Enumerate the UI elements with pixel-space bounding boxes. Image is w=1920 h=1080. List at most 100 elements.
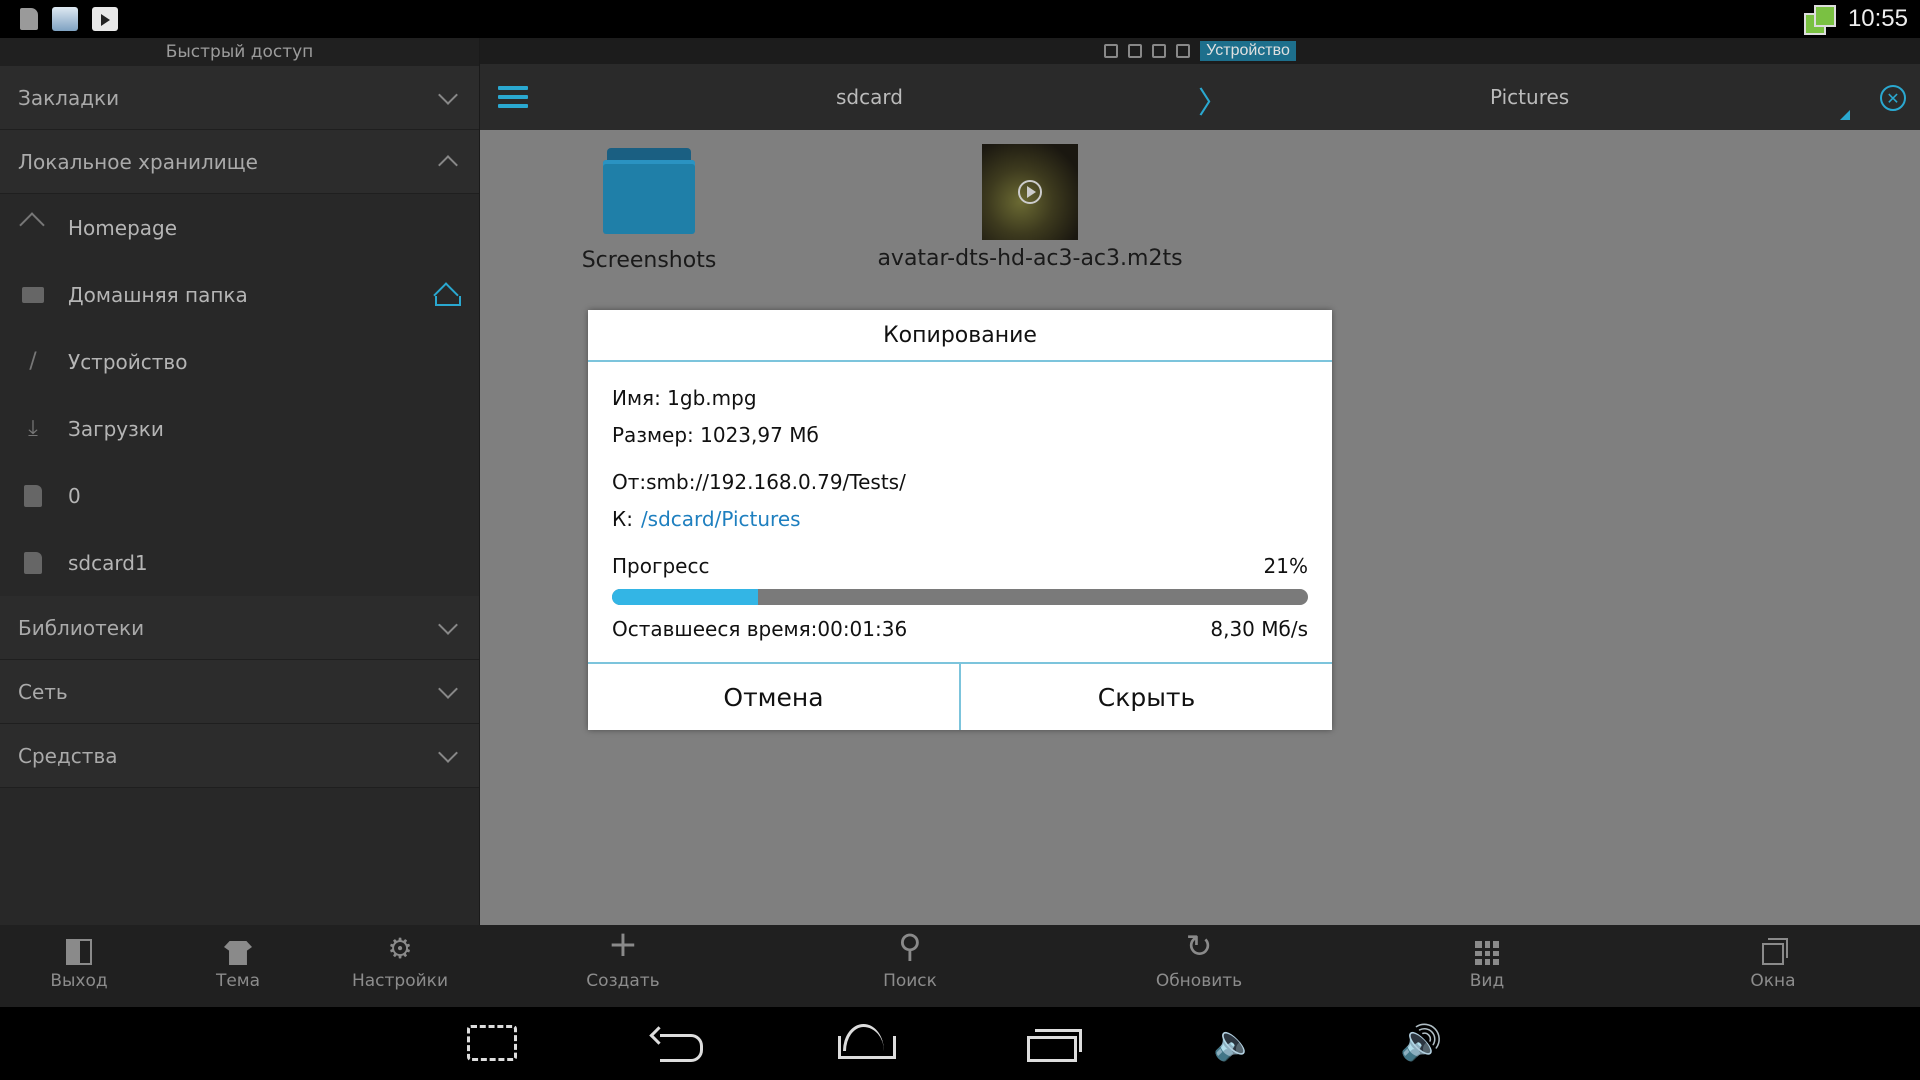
section-bookmarks[interactable]: Закладки xyxy=(0,66,479,130)
set-home-icon[interactable] xyxy=(433,284,461,306)
screenshot-button[interactable] xyxy=(467,1023,517,1063)
refresh-icon: ↻ xyxy=(1185,927,1213,965)
notification-icons xyxy=(0,7,118,31)
sidebar-item-label: 0 xyxy=(68,483,81,508)
button-label: Тема xyxy=(215,971,261,991)
status-bar: 10:55 xyxy=(0,0,1920,38)
grid-icon xyxy=(1475,941,1499,965)
section-local-storage[interactable]: Локальное хранилище xyxy=(0,130,479,194)
system-nav-bar: 🔈 🔊 xyxy=(0,1007,1920,1080)
recent-apps-icon xyxy=(1027,1028,1082,1062)
play-store-icon xyxy=(92,7,118,31)
sidebar: Быстрый доступ Закладки Локальное хранил… xyxy=(0,38,480,925)
sidebar-item-homepage[interactable]: Homepage xyxy=(0,194,479,261)
sidebar-item-label: sdcard1 xyxy=(68,550,148,575)
file-name: Screenshots xyxy=(581,248,717,273)
back-button[interactable] xyxy=(652,1023,704,1063)
search-button[interactable]: ⚲ Поиск xyxy=(850,925,970,1007)
sd-icon xyxy=(20,551,46,574)
corner-indicator-icon xyxy=(1840,110,1850,120)
home-button[interactable] xyxy=(838,1023,896,1063)
screenshot-icon xyxy=(467,1025,517,1061)
file-size-line: Размер: 1023,97 Мб xyxy=(612,423,819,447)
button-label: Выход xyxy=(50,971,108,991)
button-label: Создать xyxy=(586,971,660,991)
phone-path-icon[interactable] xyxy=(1128,44,1143,58)
windows-icon xyxy=(1762,938,1788,965)
create-button[interactable]: + Создать xyxy=(563,924,683,1007)
file-item-video[interactable]: avatar-dts-hd-ac3-ac3.m2ts xyxy=(860,144,1200,271)
folder-icon xyxy=(603,148,695,234)
sidebar-item-downloads[interactable]: ⤓ Загрузки xyxy=(0,395,479,462)
volume-up-button[interactable]: 🔊 xyxy=(1400,1023,1442,1063)
view-button[interactable]: Вид xyxy=(1427,925,1547,1007)
bottom-toolbar: Выход Тема ⚙ Настройки + Создать ⚲ Поиск… xyxy=(0,924,1920,1007)
gear-icon: ⚙ xyxy=(387,932,413,965)
section-label: Средства xyxy=(18,743,118,768)
close-icon[interactable]: ✕ xyxy=(1880,85,1906,111)
refresh-button[interactable]: ↻ Обновить xyxy=(1139,925,1259,1007)
breadcrumb-sdcard[interactable]: sdcard xyxy=(836,64,903,130)
home-path-icon[interactable] xyxy=(1104,44,1119,58)
file-name-line: Имя: 1gb.mpg xyxy=(612,386,757,410)
sidebar-item-label: Домашняя папка xyxy=(68,282,248,307)
section-label: Сеть xyxy=(18,679,68,704)
button-label: Настройки xyxy=(351,971,448,991)
volume-down-icon: 🔈 xyxy=(1213,1023,1256,1063)
exit-button[interactable]: Выход xyxy=(19,925,139,1007)
sidebar-item-label: Homepage xyxy=(68,215,178,240)
progress-header: Прогресс 21% xyxy=(612,548,1308,585)
menu-icon[interactable] xyxy=(498,86,528,108)
progress-bar xyxy=(612,589,1308,605)
storage-path-icon[interactable] xyxy=(1176,44,1191,58)
section-libraries[interactable]: Библиотеки xyxy=(0,596,479,660)
device-chip[interactable]: Устройство xyxy=(1200,41,1296,61)
breadcrumb-separator-icon: 〉 xyxy=(1198,86,1228,121)
sidebar-item-home-folder[interactable]: Домашняя папка xyxy=(0,261,479,328)
clock: 10:55 xyxy=(1847,5,1908,32)
gallery-icon xyxy=(52,7,78,31)
breadcrumb-pictures[interactable]: Pictures xyxy=(1490,64,1569,130)
download-icon: ⤓ xyxy=(28,416,38,441)
sd-icon xyxy=(20,484,46,507)
button-label: Обновить xyxy=(1155,971,1243,991)
dialog-title: Копирование xyxy=(588,310,1332,362)
section-network[interactable]: Сеть xyxy=(0,660,479,724)
shirt-icon xyxy=(224,941,252,965)
transfer-speed: 8,30 Мб/s xyxy=(1210,617,1308,641)
file-item-folder[interactable]: Screenshots xyxy=(564,148,734,273)
progress-percent: 21% xyxy=(1263,554,1308,578)
hide-button[interactable]: Скрыть xyxy=(961,664,1332,730)
back-icon xyxy=(652,1028,704,1062)
chevron-down-icon xyxy=(438,742,458,763)
progress-label: Прогресс xyxy=(612,554,710,578)
sidebar-item-label: Устройство xyxy=(68,349,188,374)
section-label: Локальное хранилище xyxy=(18,149,258,174)
sd-card-icon xyxy=(20,8,38,30)
home-icon xyxy=(20,217,46,239)
section-label: Библиотеки xyxy=(18,615,145,640)
recent-apps-button[interactable] xyxy=(1027,1023,1082,1063)
volume-down-button[interactable]: 🔈 xyxy=(1213,1023,1255,1063)
button-label: Вид xyxy=(1469,971,1505,991)
plus-icon: + xyxy=(607,924,639,965)
chevron-down-icon xyxy=(438,614,458,635)
source-line: От:smb://192.168.0.79/Tests/ xyxy=(612,470,906,494)
search-icon: ⚲ xyxy=(898,927,922,965)
settings-button[interactable]: ⚙ Настройки xyxy=(340,925,460,1007)
video-thumbnail xyxy=(982,144,1078,240)
destination-link[interactable]: /sdcard/Pictures xyxy=(641,507,801,531)
button-label: Поиск xyxy=(883,971,937,991)
section-tools[interactable]: Средства xyxy=(0,724,479,788)
copy-dialog: Копирование Имя: 1gb.mpg Размер: 1023,97… xyxy=(588,310,1332,730)
cancel-button[interactable]: Отмена xyxy=(588,664,961,730)
sidebar-item-device[interactable]: / Устройство xyxy=(0,328,479,395)
theme-button[interactable]: Тема xyxy=(178,925,298,1007)
windows-button[interactable]: Окна xyxy=(1713,925,1833,1007)
file-name: avatar-dts-hd-ac3-ac3.m2ts xyxy=(877,246,1183,271)
button-label: Окна xyxy=(1750,971,1796,991)
sidebar-item-sdcard1[interactable]: sdcard1 xyxy=(0,529,479,596)
copy-path-icon[interactable] xyxy=(1152,44,1167,58)
sidebar-item-storage-0[interactable]: 0 xyxy=(0,462,479,529)
time-row: Оставшееся время:00:01:36 8,30 Мб/s xyxy=(612,611,1308,648)
